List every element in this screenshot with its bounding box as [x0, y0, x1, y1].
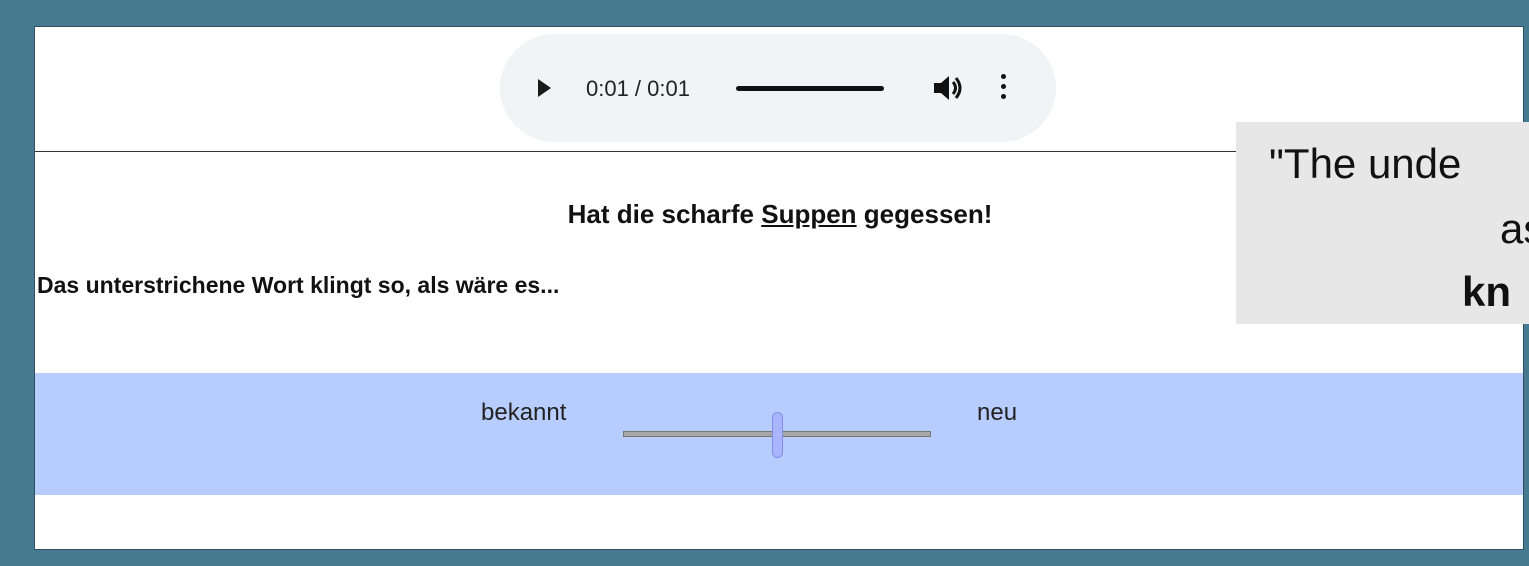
- audio-progress-bar[interactable]: [736, 86, 884, 91]
- rating-right-label: neu: [977, 399, 1018, 426]
- rating-slider-thumb[interactable]: [772, 412, 783, 458]
- audio-time: 0:01 / 0:01: [586, 76, 690, 101]
- overlay-line-2: as: [1500, 205, 1529, 252]
- audio-player[interactable]: 0:01 / 0:01: [500, 34, 1056, 142]
- divider: [35, 151, 1237, 152]
- rating-left-label: bekannt: [481, 399, 567, 426]
- question-text: Das unterstrichene Wort klingt so, als w…: [37, 272, 560, 298]
- more-vert-icon[interactable]: [1000, 74, 1008, 102]
- sentence-start: Hat die scharfe: [567, 199, 762, 229]
- instruction-overlay: "The unde as kn: [1236, 122, 1529, 324]
- sentence-end: gegessen!: [856, 199, 993, 229]
- rating-row: bekannt neu: [35, 373, 1523, 495]
- overlay-line-1: "The unde: [1269, 140, 1462, 187]
- overlay-line-3: kn: [1462, 268, 1512, 315]
- volume-icon[interactable]: [932, 72, 966, 104]
- underlined-word: Suppen: [761, 199, 857, 229]
- play-icon[interactable]: [538, 79, 551, 97]
